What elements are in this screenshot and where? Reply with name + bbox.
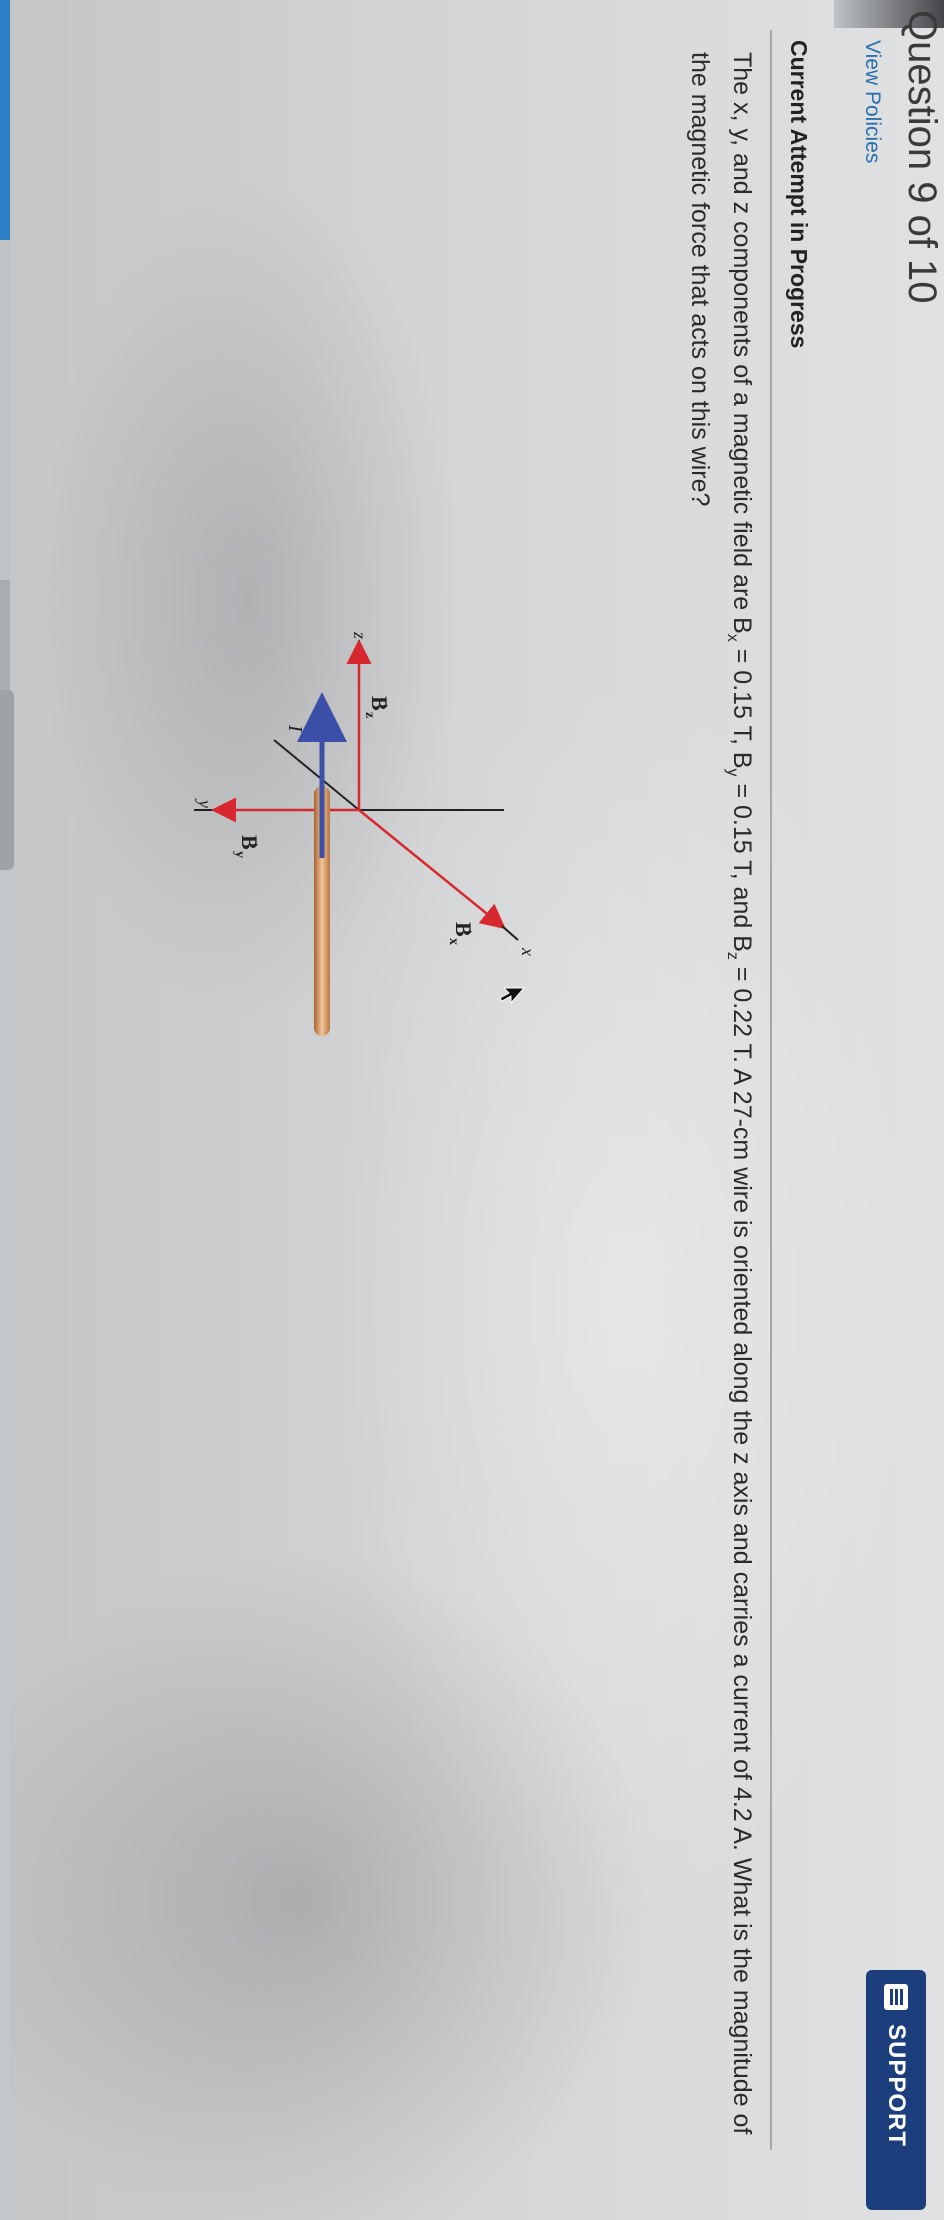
question-number-header: Question 9 of 10 xyxy=(900,10,944,304)
svg-text:x: x xyxy=(446,938,461,945)
svg-text:→: → xyxy=(251,835,267,849)
magnetic-field-diagram: z y x I B z → B y → B x → xyxy=(194,631,538,1036)
bz-label: B z → xyxy=(362,696,397,718)
mouse-cursor-icon xyxy=(499,987,526,1005)
bx-label: B x → xyxy=(446,922,481,945)
by-label: B y → xyxy=(232,835,267,858)
x-axis-label: x xyxy=(518,947,538,956)
document-list-icon xyxy=(884,1984,908,2010)
question-text-part: The x, y, and z components of a magnetic… xyxy=(728,52,756,634)
question-page: Question 9 of 10 View Policies Current A… xyxy=(0,0,944,2220)
subscript-z: z xyxy=(724,951,741,960)
x-axis-extension xyxy=(501,925,519,941)
support-label: SUPPORT xyxy=(883,2024,910,2148)
question-text-part: = 0.15 T, and B xyxy=(728,776,756,952)
z-axis-label: z xyxy=(350,631,370,639)
current-label: I xyxy=(284,724,306,733)
subscript-x: x xyxy=(724,633,741,642)
y-axis-label: y xyxy=(195,798,215,808)
svg-text:z: z xyxy=(362,712,377,718)
attempt-status-heading: Current Attempt in Progress xyxy=(786,40,812,349)
view-policies-link[interactable]: View Policies xyxy=(860,40,884,163)
support-button[interactable]: SUPPORT xyxy=(866,1970,926,2210)
question-text: The x, y, and z components of a magnetic… xyxy=(683,52,758,2152)
question-text-part: = 0.15 T, B xyxy=(728,641,756,769)
section-divider xyxy=(770,30,772,2150)
bx-vector xyxy=(358,809,506,930)
svg-text:y: y xyxy=(232,851,247,858)
subscript-y: y xyxy=(724,768,741,777)
svg-text:→: → xyxy=(465,922,481,936)
svg-text:→: → xyxy=(381,696,397,710)
